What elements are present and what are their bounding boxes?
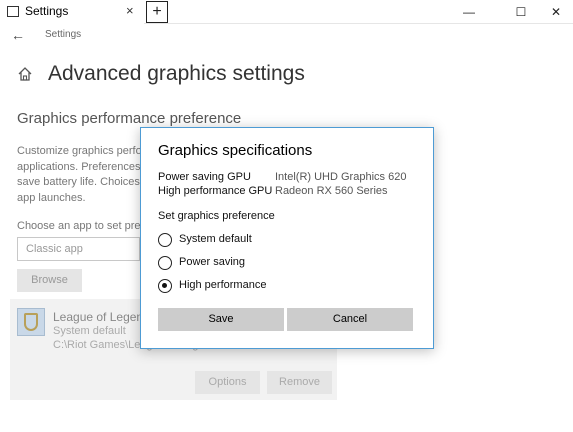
description-text: Customize graphics perfor applications. … <box>17 144 142 206</box>
description-line: applications. Preferences m <box>17 160 142 173</box>
settings-tab[interactable]: Settings × <box>0 0 144 24</box>
tab-title: Settings <box>25 4 69 18</box>
set-preference-label: Set graphics preference <box>158 210 275 222</box>
spec-value-power-saving: Intel(R) UHD Graphics 620 <box>275 171 407 183</box>
options-button[interactable]: Options <box>195 371 260 394</box>
home-icon[interactable] <box>17 66 33 82</box>
league-of-legends-icon <box>17 308 45 336</box>
remove-button[interactable]: Remove <box>267 371 332 394</box>
radio-button[interactable] <box>158 256 172 270</box>
radio-label: High performance <box>179 279 267 291</box>
nav-title: Settings <box>45 29 82 40</box>
radio-button[interactable] <box>158 233 172 247</box>
spec-label-high-performance: High performance GPU <box>158 185 273 197</box>
back-arrow-icon[interactable]: ← <box>11 27 25 43</box>
app-preference: System default <box>53 325 126 337</box>
page-title: Advanced graphics settings <box>48 62 305 85</box>
choose-app-label: Choose an app to set prefe <box>17 220 140 232</box>
browse-button[interactable]: Browse <box>17 269 82 292</box>
radio-label: System default <box>179 233 252 245</box>
app-type-select[interactable]: Classic app <box>17 237 140 261</box>
title-bar: Settings × + — ☐ ✕ <box>0 0 573 24</box>
save-button[interactable]: Save <box>158 308 284 331</box>
spec-label-power-saving: Power saving GPU <box>158 171 251 183</box>
maximize-button[interactable]: ☐ <box>504 0 538 24</box>
cancel-button[interactable]: Cancel <box>287 308 413 331</box>
new-tab-button[interactable]: + <box>146 1 168 23</box>
tab-close-button[interactable]: × <box>126 3 134 18</box>
window-icon <box>7 6 19 17</box>
spec-value-high-performance: Radeon RX 560 Series <box>275 185 388 197</box>
radio-label: Power saving <box>179 256 246 268</box>
dialog-title: Graphics specifications <box>158 142 313 159</box>
description-line: app launches. <box>17 191 86 204</box>
graphics-specifications-dialog: Graphics specifications Power saving GPU… <box>140 127 434 349</box>
description-line: Customize graphics perfor <box>17 145 142 157</box>
close-window-button[interactable]: ✕ <box>539 0 573 24</box>
description-line: save battery life. Choices m <box>17 176 142 188</box>
radio-button-selected[interactable] <box>158 279 172 293</box>
section-title: Graphics performance preference <box>17 110 242 127</box>
minimize-button[interactable]: — <box>452 0 486 24</box>
